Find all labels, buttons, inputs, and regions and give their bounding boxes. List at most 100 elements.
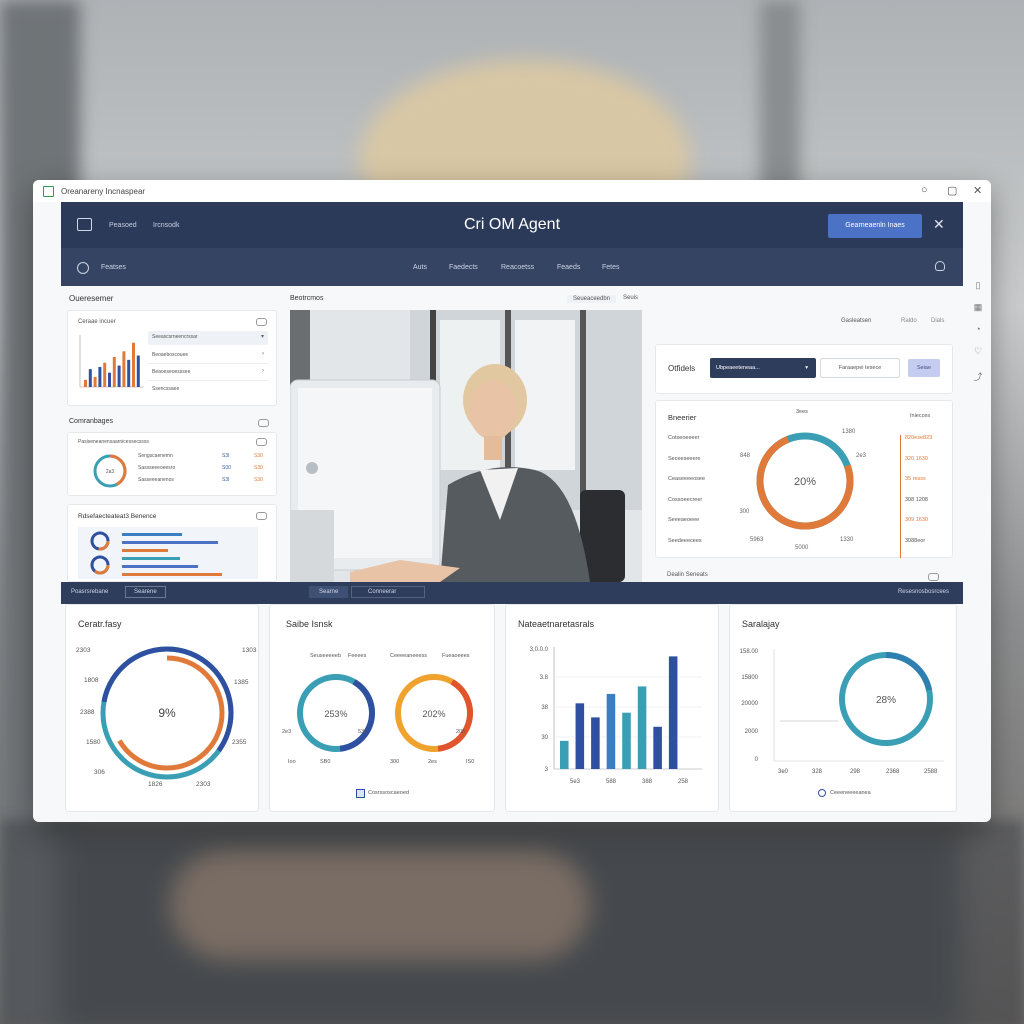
heart-icon[interactable]: ♡: [973, 346, 983, 356]
table: Sengscaenemn S3I S30 Sassseeeoeesro S00 …: [138, 453, 268, 489]
radio-icon[interactable]: [818, 789, 826, 797]
legend-item: Cossoeecreer: [668, 496, 703, 503]
ring-label: 848: [740, 453, 751, 459]
bar[interactable]: [591, 717, 600, 769]
bar[interactable]: [637, 686, 647, 769]
meta-label: Gasleatsen: [841, 318, 872, 324]
legend-item: Seceeseeere: [668, 455, 701, 462]
agent-photo: [290, 310, 642, 582]
meta-label[interactable]: Raldo: [901, 318, 917, 324]
close-window-icon[interactable]: ✕: [973, 184, 982, 197]
left-card-1: Ceraae incuer Seeascsrneencrssar ▾ Beoae…: [67, 310, 277, 406]
more-icon[interactable]: [256, 438, 267, 446]
donut-center-value: 2a3: [106, 469, 115, 475]
settings-icon[interactable]: [77, 262, 89, 274]
value-item: 3088eor: [905, 537, 926, 544]
checkbox[interactable]: [356, 789, 365, 798]
more-icon[interactable]: [256, 512, 267, 520]
band-tab[interactable]: Conneerar: [351, 586, 425, 598]
minimize-icon[interactable]: ○: [921, 184, 928, 196]
legend-item: Seeeaeoeee: [668, 517, 700, 523]
bar[interactable]: [606, 693, 616, 769]
donut-chart: 9%: [100, 646, 234, 780]
subnav-item[interactable]: Fetes: [602, 264, 620, 271]
x-tick-label: 2588: [924, 769, 938, 775]
sub-navigation: Featses Auts Faedects Reacoetss Feaeds F…: [61, 248, 963, 286]
bar[interactable]: [653, 726, 662, 769]
right-toolbar: ▯ ▦ ◔ ♡ ⤴: [967, 276, 991, 396]
bar: [117, 365, 121, 387]
list-item[interactable]: Seeascsrneencrssar ▾: [148, 331, 268, 345]
table-row[interactable]: Sassseeeoeesro S00 S30: [138, 465, 268, 477]
subnav-item[interactable]: Reacoetss: [501, 264, 534, 271]
card-title: Saralajay: [742, 619, 780, 629]
more-icon[interactable]: [256, 318, 267, 326]
band-tab[interactable]: Searene: [125, 586, 166, 598]
donut-center-value: 253%: [324, 709, 347, 719]
bar: [108, 372, 111, 387]
meta-label[interactable]: Dials: [931, 318, 944, 324]
close-icon[interactable]: ✕: [933, 216, 945, 233]
subnav-item[interactable]: Feaeds: [557, 264, 580, 271]
grid-icon[interactable]: ▦: [973, 302, 983, 312]
x-tick-label: 258: [678, 779, 689, 785]
x-tick-label: 588: [606, 779, 617, 785]
band-tab[interactable]: Searne: [309, 586, 349, 598]
chevron-icon: ›: [262, 351, 264, 357]
list-item[interactable]: Beoaeboscouee ›: [148, 349, 268, 364]
more-icon[interactable]: [258, 419, 269, 427]
share-icon[interactable]: ⤴: [973, 372, 983, 382]
chevron-down-icon: ▾: [260, 334, 264, 340]
tick-label: 1808: [84, 677, 99, 684]
filter-select[interactable]: Ubpeaeeteneaa... ▾: [710, 358, 816, 378]
table-row[interactable]: Sengscaenemn S3I S30: [138, 453, 268, 465]
donut-card: Bneerier Iniecces 3ees Cotseoeeeer Secee…: [655, 400, 953, 558]
document-icon[interactable]: ▯: [973, 280, 983, 290]
table-row[interactable]: Sasseeeanenos S3l S30: [138, 477, 268, 489]
donut-right-values: 820ese823 320 1630 35 resss 308 1208 309…: [900, 435, 932, 558]
tick-label: 2303: [76, 647, 91, 654]
filter-button[interactable]: Faraaepei tesece: [820, 358, 900, 378]
tick-label: 530: [358, 729, 368, 735]
filter-card: Otfidels Ubpeaeeteneaa... ▾ Faraaepei te…: [655, 344, 953, 394]
mini-donut: 2a3: [93, 454, 127, 488]
bar[interactable]: [560, 740, 569, 769]
bar: [98, 367, 102, 387]
subnav-item[interactable]: Faedects: [449, 264, 478, 271]
bottom-card-2: Saibe Isnsk Seuseeeeeb Feeees Ceeeeaneee…: [269, 604, 495, 812]
tab[interactable]: Seueaceedbn: [567, 295, 617, 303]
subnav-item[interactable]: Auts: [413, 264, 427, 271]
bar[interactable]: [668, 656, 678, 769]
footer-label: Cosrssoscaeoed: [368, 790, 409, 796]
y-tick-label: 3,0.0.0: [530, 647, 549, 653]
ring-label: 2e3: [856, 453, 867, 459]
y-tick-label: 38: [541, 705, 548, 711]
tick-label: 300: [390, 759, 400, 765]
section-title: Comranbages: [69, 418, 113, 425]
legend-item: Feeees: [348, 653, 367, 659]
middle-title: Beotrcmos: [290, 295, 324, 302]
primary-action-button[interactable]: Gearneaenln Inaes: [828, 214, 922, 238]
y-tick-label: 2000: [745, 729, 759, 735]
bottom-card-4: Saralajay 28% 158.00 15800 20000 2000 0 …: [729, 604, 957, 812]
y-tick-label: 3.8: [540, 675, 549, 681]
tick-label: IS0: [466, 759, 475, 765]
list-item[interactable]: Beaoeseoesssee ›: [148, 366, 268, 381]
photo-illustration: [290, 310, 642, 582]
bell-icon[interactable]: ◔: [973, 324, 983, 334]
window-title: Oreanareny Incnaspear: [61, 187, 146, 196]
more-icon[interactable]: [928, 573, 939, 581]
bar[interactable]: [622, 712, 631, 769]
tick-label: 2es: [428, 759, 437, 765]
band-label: Poasrsrebane: [71, 589, 109, 595]
y-tick-label: 15800: [741, 675, 758, 681]
legend-item: Ceaseeeeosee: [668, 476, 706, 482]
y-tick-label: 30: [541, 735, 548, 741]
notification-icon[interactable]: [935, 261, 945, 271]
list-item[interactable]: Ssencssaee: [148, 383, 268, 397]
tab[interactable]: Seuis: [623, 295, 638, 301]
ring-label: 1330: [840, 537, 854, 543]
maximize-icon[interactable]: ▢: [947, 184, 957, 197]
bar[interactable]: [575, 703, 585, 769]
apply-button[interactable]: Seiae: [908, 359, 940, 377]
